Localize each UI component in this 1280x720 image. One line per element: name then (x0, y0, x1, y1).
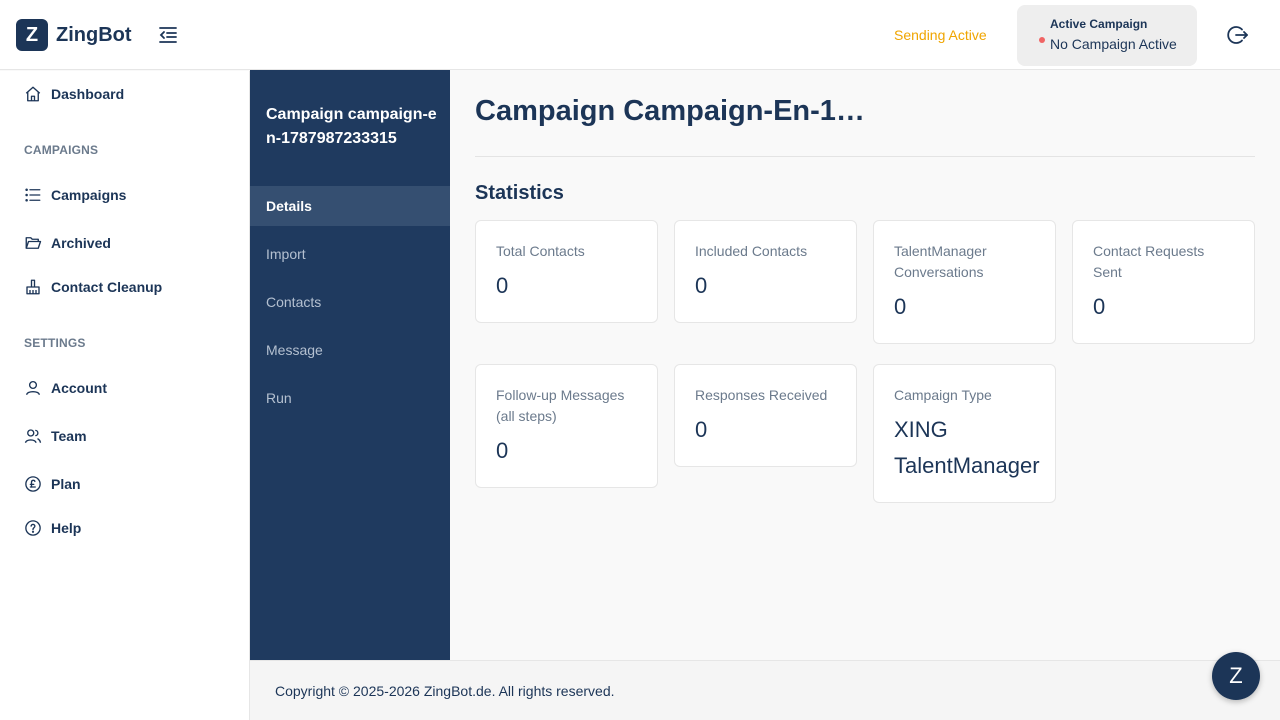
stat-card-campaign-type: Campaign Type XING TalentManager (873, 364, 1056, 503)
stat-value: 0 (695, 417, 708, 442)
settings-section-title: SETTINGS (24, 336, 86, 350)
home-icon (25, 86, 41, 102)
statistics-title: Statistics (475, 182, 564, 204)
stat-label: Total Contacts (496, 243, 585, 259)
main-content: Campaign Campaign-En-1… Statistics Total… (450, 70, 1280, 660)
help-icon (25, 520, 41, 536)
stat-value: 0 (1093, 294, 1106, 319)
stat-card-follow-up-messages: Follow-up Messages (all steps) 0 (475, 364, 658, 488)
campaign-subnav: Campaign campaign-en-1787987233315 Detai… (250, 70, 450, 660)
subnav-item-run[interactable]: Run (250, 378, 450, 418)
broom-icon (26, 279, 40, 295)
stat-label: TalentManager Conversations (894, 243, 987, 280)
sidebar-item-plan[interactable]: Plan (24, 472, 81, 496)
status-dot (1039, 37, 1045, 43)
stat-card-responses-received: Responses Received 0 (674, 364, 857, 467)
stat-card-contact-requests-sent: Contact Requests Sent 0 (1072, 220, 1255, 344)
stat-card-total-contacts: Total Contacts 0 (475, 220, 658, 323)
sidebar-item-label: Plan (51, 476, 81, 492)
copyright-text: Copyright © 2025-2026 ZingBot.de. All ri… (275, 683, 615, 699)
stat-label: Contact Requests Sent (1093, 243, 1205, 280)
active-campaign-value: No Campaign Active (1050, 36, 1177, 52)
sidebar-item-contact-cleanup[interactable]: Contact Cleanup (24, 275, 162, 299)
active-campaign-title: Active Campaign (1050, 17, 1148, 31)
stat-value: 0 (496, 438, 509, 463)
subnav-item-details[interactable]: Details (250, 186, 450, 226)
stat-label: Campaign Type (894, 387, 992, 403)
stat-label: Included Contacts (695, 243, 808, 259)
collapse-sidebar-icon[interactable] (156, 23, 180, 47)
sidebar-item-help[interactable]: Help (24, 516, 81, 540)
stat-value: 0 (695, 273, 708, 298)
app-logo[interactable]: Z ZingBot (16, 19, 132, 51)
sidebar-item-archived[interactable]: Archived (24, 231, 111, 255)
sending-status: Sending Active (894, 27, 987, 43)
logo-badge: Z (16, 19, 48, 51)
active-campaign-box[interactable]: Active Campaign No Campaign Active (1017, 5, 1197, 66)
sidebar-item-account[interactable]: Account (24, 376, 107, 400)
subnav-item-message[interactable]: Message (250, 330, 450, 370)
list-icon (25, 188, 41, 202)
page-title: Campaign Campaign-En-1… (475, 95, 865, 127)
logout-icon[interactable] (1226, 23, 1250, 47)
sidebar-item-label: Dashboard (51, 86, 125, 102)
sidebar-item-label: Team (51, 428, 87, 444)
stat-label: Follow-up Messages (all steps) (496, 387, 625, 424)
subnav-item-contacts[interactable]: Contacts (250, 282, 450, 322)
sidebar-item-label: Archived (51, 235, 111, 251)
stat-value: XING TalentManager (894, 417, 1040, 478)
stat-value: 0 (894, 294, 907, 319)
sidebar-item-label: Campaigns (51, 187, 127, 203)
folder-open-icon (25, 237, 42, 249)
sidebar-item-dashboard[interactable]: Dashboard (24, 82, 124, 106)
campaigns-section-title: CAMPAIGNS (24, 143, 99, 157)
sidebar-item-campaigns[interactable]: Campaigns (24, 183, 126, 207)
app-name: ZingBot (56, 23, 132, 46)
pound-icon (25, 476, 41, 492)
subnav-item-import[interactable]: Import (250, 234, 450, 274)
campaign-subnav-title: Campaign campaign-en-1787987233315 (266, 106, 437, 147)
sidebar-item-team[interactable]: Team (24, 424, 87, 448)
stat-card-talentmanager-conversations: TalentManager Conversations 0 (873, 220, 1056, 344)
sidebar-item-label: Contact Cleanup (51, 279, 163, 295)
stat-card-included-contacts: Included Contacts 0 (674, 220, 857, 323)
divider (475, 156, 1255, 157)
stat-value: 0 (496, 273, 509, 298)
footer: Copyright © 2025-2026 ZingBot.de. All ri… (250, 660, 1280, 720)
team-icon (24, 429, 42, 444)
stat-label: Responses Received (695, 387, 828, 403)
sidebar: Dashboard CAMPAIGNS Campaigns Archived C… (0, 71, 250, 720)
top-header: Z ZingBot Sending Active Active Campaign… (0, 0, 1280, 70)
chat-widget-button[interactable]: Z (1212, 652, 1260, 700)
sidebar-item-label: Help (51, 520, 82, 536)
sidebar-item-label: Account (51, 380, 107, 396)
user-icon (25, 380, 41, 396)
